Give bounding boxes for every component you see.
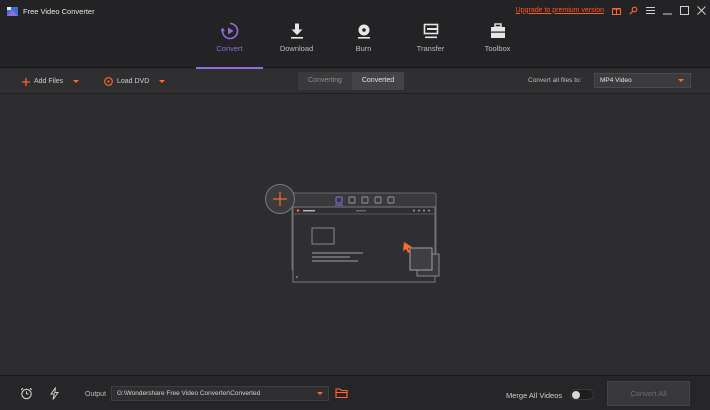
- load-dvd-label: Load DVD: [117, 78, 150, 85]
- status-segment: Converting Converted: [298, 72, 405, 90]
- tab-toolbox[interactable]: Toolbox: [464, 18, 531, 68]
- app-title: Free Video Converter: [23, 6, 95, 16]
- merge-all-videos-label: Merge All Videos: [506, 391, 563, 400]
- gift-icon[interactable]: [611, 5, 621, 15]
- merge-all-videos-toggle[interactable]: [570, 389, 594, 400]
- chevron-down-icon: [678, 79, 684, 82]
- alarm-clock-icon[interactable]: [20, 387, 33, 400]
- top-bar: Free Video Converter Upgrade to premium …: [0, 0, 710, 69]
- menu-icon[interactable]: [645, 5, 655, 15]
- add-files-label: Add Files: [34, 78, 64, 85]
- convert-icon: [220, 22, 238, 40]
- tab-toolbox-label: Toolbox: [484, 44, 511, 53]
- tab-transfer[interactable]: Transfer: [397, 18, 464, 68]
- transfer-icon: [423, 23, 438, 39]
- window-controls: Upgrade to premium version: [516, 3, 706, 17]
- upgrade-link[interactable]: Upgrade to premium version: [516, 7, 604, 14]
- tab-converting[interactable]: Converting: [298, 72, 352, 90]
- output-path-value: G:\Wondershare Free Video Converter\Conv…: [117, 390, 261, 397]
- minimize-icon[interactable]: [662, 5, 672, 15]
- close-icon[interactable]: [696, 5, 706, 15]
- output-label: Output: [85, 391, 107, 398]
- add-files-dropdown-icon[interactable]: [73, 80, 80, 83]
- toggle-knob: [572, 390, 580, 399]
- tab-convert-label: Convert: [216, 44, 243, 53]
- file-drop-area[interactable]: [0, 95, 710, 374]
- high-speed-lightning-icon[interactable]: [48, 387, 61, 400]
- download-icon: [290, 23, 303, 39]
- bottom-bar: Output G:\Wondershare Free Video Convert…: [0, 375, 710, 410]
- tab-transfer-label: Transfer: [416, 44, 445, 53]
- tab-burn[interactable]: Burn: [330, 18, 397, 68]
- key-icon[interactable]: [628, 5, 638, 15]
- convert-all-button[interactable]: Convert All: [607, 381, 690, 406]
- toolbox-icon: [490, 23, 505, 38]
- maximize-icon[interactable]: [679, 5, 689, 15]
- main-nav: Convert Download Burn Transfer Toolbox: [196, 18, 531, 69]
- tab-burn-label: Burn: [355, 44, 372, 53]
- toolbar: Add Files Load DVD Converting Converted …: [0, 69, 710, 94]
- output-path-select[interactable]: G:\Wondershare Free Video Converter\Conv…: [111, 386, 329, 401]
- convert-all-to-label: Convert all files to:: [528, 77, 582, 84]
- load-dvd-dropdown-icon[interactable]: [159, 80, 166, 83]
- burn-disc-icon: [357, 24, 370, 39]
- dvd-icon: [104, 77, 113, 86]
- output-format-select[interactable]: MP4 Video: [594, 73, 691, 88]
- add-files-button[interactable]: Add Files: [22, 75, 80, 88]
- tab-converted[interactable]: Converted: [351, 72, 405, 90]
- plus-icon: [22, 77, 30, 86]
- tab-convert[interactable]: Convert: [196, 18, 263, 69]
- open-folder-icon[interactable]: [335, 387, 349, 399]
- tab-download[interactable]: Download: [263, 18, 330, 68]
- app-title-bar: Free Video Converter: [7, 4, 95, 18]
- output-format-value: MP4 Video: [600, 77, 632, 84]
- app-logo-icon: [7, 6, 18, 16]
- chevron-down-icon: [317, 392, 323, 395]
- add-files-illustration[interactable]: [262, 181, 442, 291]
- load-dvd-button[interactable]: Load DVD: [104, 75, 166, 88]
- tab-download-label: Download: [279, 44, 314, 53]
